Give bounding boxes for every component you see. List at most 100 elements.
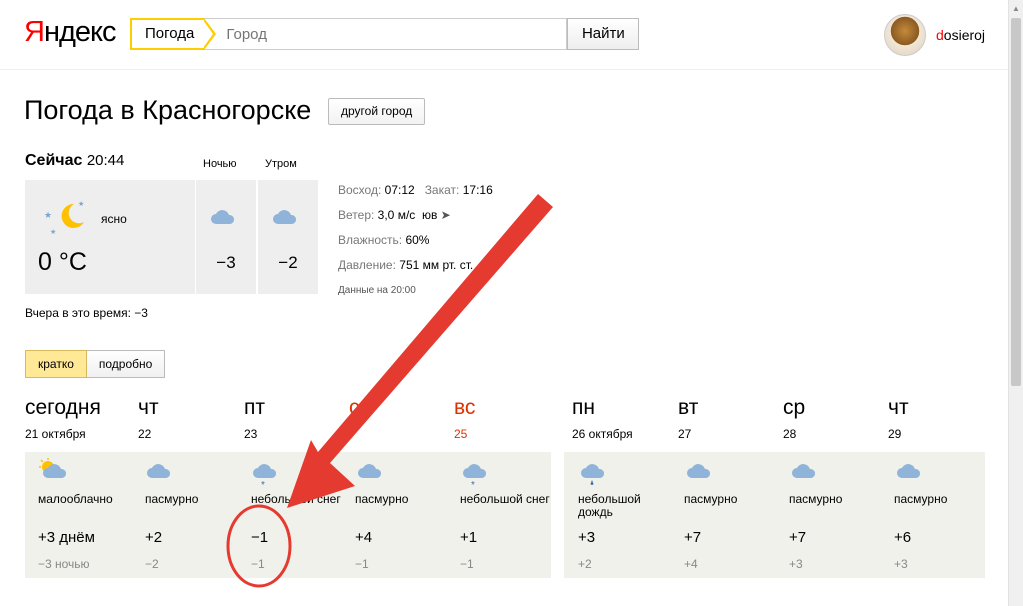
night-temperature: −3	[216, 253, 236, 272]
day-condition: небольшой снег	[460, 492, 550, 506]
tab-detailed[interactable]: подробно	[86, 350, 166, 378]
night-temperature: −1	[460, 557, 474, 571]
pressure-info: Давление: 751 мм рт. ст.	[338, 258, 473, 272]
logo-first-letter: Я	[24, 16, 45, 48]
svg-text:*: *	[261, 480, 265, 488]
current-temperature: 0 °C	[38, 248, 87, 276]
day-condition: пасмурно	[145, 492, 199, 506]
day-temperature: +7	[789, 529, 807, 546]
find-button[interactable]: Найти	[567, 18, 640, 50]
day-date: 22	[138, 427, 152, 441]
pressure-label: Давление:	[338, 258, 396, 272]
now-label: Сейчас	[25, 152, 83, 169]
day-condition: пасмурно	[684, 492, 738, 506]
scrollbar[interactable]: ▲	[1008, 0, 1023, 606]
day-name: вс	[454, 396, 476, 419]
day-name: пн	[572, 396, 595, 419]
day-temperature: +1	[460, 529, 478, 546]
day-temperature: +6	[894, 529, 912, 546]
cloud-icon	[211, 210, 235, 224]
night-temperature: +3	[894, 557, 908, 571]
day-condition: малооблачно	[38, 492, 113, 506]
day-condition: небольшой снег	[251, 492, 341, 506]
day-name: ср	[783, 396, 806, 419]
day-temperature: +7	[684, 529, 702, 546]
day-condition: пасмурно	[894, 492, 948, 506]
svg-text:★: ★	[50, 228, 56, 236]
day-date: 26 октября	[572, 427, 633, 441]
now-time: 20:44	[86, 152, 125, 169]
morning-temperature: −2	[278, 253, 298, 272]
day-condition: небольшой дождь	[578, 492, 641, 519]
svg-text:★: ★	[44, 210, 52, 220]
day-date: 27	[678, 427, 692, 441]
day-condition: пасмурно	[789, 492, 843, 506]
sunset-value: 17:16	[462, 183, 493, 197]
day-condition: пасмурно	[355, 492, 409, 506]
day-date: 29	[888, 427, 902, 441]
day-name: вт	[678, 396, 699, 419]
day-name: с	[349, 396, 360, 419]
scroll-up-icon[interactable]: ▲	[1012, 4, 1020, 13]
night-temperature: +4	[684, 557, 698, 571]
night-temperature: +3	[789, 557, 803, 571]
day-name: чт	[138, 396, 159, 419]
yandex-logo[interactable]: Яндекс	[24, 16, 117, 49]
username-first-letter: d	[936, 27, 944, 43]
day-name: пт	[244, 396, 265, 419]
day-temperature: −1	[251, 529, 269, 546]
page-title: Погода в Красногорске	[24, 95, 312, 125]
wind-label: Ветер:	[338, 208, 375, 222]
sunrise-value: 07:12	[384, 183, 415, 197]
cloud-rain-icon	[581, 464, 605, 486]
scrollbar-thumb[interactable]	[1011, 18, 1021, 386]
logo-rest: ндекс	[43, 16, 117, 48]
header: Яндекс Погода Найти dosieroj	[0, 0, 1008, 70]
cloud-icon	[897, 464, 921, 478]
night-temperature: −3 ночью	[38, 557, 90, 571]
search-service-tag[interactable]: Погода	[130, 18, 217, 50]
now-heading: Сейчас 20:44	[25, 152, 124, 170]
yesterday-temperature: Вчера в это время: −3	[25, 306, 148, 320]
svg-text:*: *	[471, 480, 475, 488]
clear-night-icon: ★ ★ ★	[44, 200, 84, 236]
wind-value: 3,0 м/с	[377, 208, 416, 222]
svg-text:★: ★	[78, 200, 84, 208]
day-temperature: +3 днём	[38, 529, 95, 546]
pressure-value: 751 мм рт. ст.	[399, 258, 474, 272]
partly-cloudy-icon	[39, 458, 67, 478]
day-date: 28	[783, 427, 797, 441]
day-temperature: +2	[145, 529, 163, 546]
city-search-input[interactable]	[204, 18, 568, 50]
day-name: сегодня	[25, 396, 101, 419]
day-temperature: +3	[578, 529, 596, 546]
day-date: 21 октября	[25, 427, 86, 441]
data-timestamp: Данные на 20:00	[338, 285, 416, 296]
cloud-icon	[147, 464, 171, 478]
search-bar: Погода Найти	[130, 18, 640, 50]
sun-info: Восход: 07:12 Закат: 17:16	[338, 183, 493, 197]
tab-brief[interactable]: кратко	[25, 350, 87, 378]
wind-info: Ветер: 3,0 м/с юв ➤	[338, 208, 451, 222]
cloud-icon	[687, 464, 711, 478]
day-name: чт	[888, 396, 909, 419]
day-temperature: +4	[355, 529, 373, 546]
night-temperature: −1	[355, 557, 369, 571]
night-label: Ночью	[203, 158, 237, 170]
day-date: 23	[244, 427, 258, 441]
sunset-label: Закат:	[424, 183, 460, 197]
avatar[interactable]	[884, 14, 926, 56]
day-date: 25	[454, 427, 468, 441]
night-temperature: −2	[145, 557, 159, 571]
cloud-snow-icon: *	[253, 464, 277, 488]
view-toggle: кратко подробно	[25, 350, 166, 378]
cloud-icon	[792, 464, 816, 478]
username-rest: osieroj	[943, 27, 986, 43]
night-box	[196, 180, 256, 294]
night-temperature: +2	[578, 557, 592, 571]
cloud-icon	[358, 464, 382, 478]
other-city-button[interactable]: другой город	[328, 98, 426, 125]
morning-box	[258, 180, 318, 294]
cloud-snow-icon: *	[463, 464, 487, 488]
username-link[interactable]: dosieroj	[936, 27, 985, 43]
